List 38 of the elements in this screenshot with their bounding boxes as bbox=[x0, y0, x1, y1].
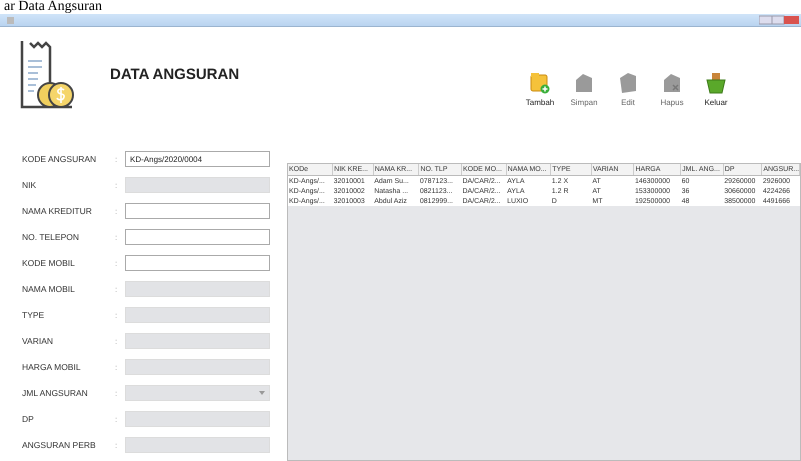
field-label: ANGSURAN PERB bbox=[22, 440, 97, 450]
colon: : bbox=[115, 440, 118, 450]
delete-icon bbox=[662, 72, 682, 94]
colon: : bbox=[115, 180, 118, 190]
field-label: NAMA KREDITUR bbox=[22, 206, 93, 216]
field-label: KODE MOBIL bbox=[22, 258, 76, 268]
folder-add-icon bbox=[530, 72, 550, 94]
field-label: KODE ANGSURAN bbox=[22, 154, 98, 164]
colon: : bbox=[115, 232, 118, 242]
toolbar-button[interactable]: Keluar bbox=[701, 72, 731, 107]
input-field[interactable] bbox=[125, 203, 270, 219]
toolbar-button[interactable]: Tambah bbox=[525, 72, 555, 107]
save-icon bbox=[574, 72, 594, 94]
colon: : bbox=[115, 336, 118, 346]
field-label: NIK bbox=[22, 180, 38, 190]
page-title: DATA ANGSURAN bbox=[110, 66, 240, 83]
colon: : bbox=[115, 414, 118, 424]
field-label: NO. TELEPON bbox=[22, 232, 80, 242]
colon: : bbox=[115, 206, 118, 216]
colon: : bbox=[115, 258, 118, 268]
field-label: JML ANGSURAN bbox=[22, 388, 89, 398]
field-label: HARGA MOBIL bbox=[22, 362, 82, 372]
colon: : bbox=[115, 310, 118, 320]
field-label: TYPE bbox=[22, 310, 46, 320]
input-field[interactable]: KD-Angs/2020/0004 bbox=[125, 151, 270, 167]
colon: : bbox=[115, 362, 118, 372]
colon: : bbox=[115, 154, 118, 164]
field-label: DP bbox=[22, 414, 35, 424]
caret-icon bbox=[259, 390, 265, 396]
colon: : bbox=[115, 284, 118, 294]
document-caption: ar Data Angsuran bbox=[3, 0, 103, 14]
field-label: NAMA MOBIL bbox=[22, 284, 76, 294]
input-field[interactable] bbox=[125, 229, 270, 245]
folder-exit-icon bbox=[706, 72, 726, 94]
input-field[interactable] bbox=[125, 255, 270, 271]
colon: : bbox=[115, 388, 118, 398]
field-label: VARIAN bbox=[22, 336, 54, 346]
edit-icon bbox=[618, 72, 638, 94]
